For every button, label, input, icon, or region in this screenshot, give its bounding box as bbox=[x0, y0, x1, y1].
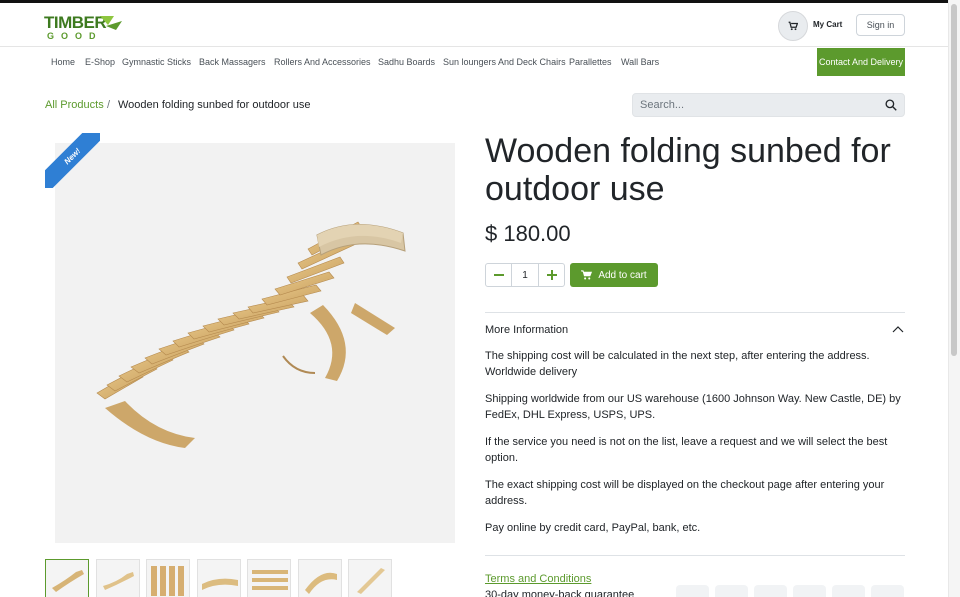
chevron-up-icon[interactable] bbox=[892, 324, 904, 334]
thumbnail-4[interactable] bbox=[197, 559, 241, 597]
share-button[interactable] bbox=[715, 585, 748, 597]
thumbnail-2[interactable] bbox=[96, 559, 140, 597]
divider bbox=[485, 312, 905, 313]
nav-item-sun-loungers[interactable]: Sun loungers And Deck Chairs bbox=[443, 57, 566, 67]
product-title: Wooden folding sunbed for outdoor use bbox=[485, 132, 891, 208]
thumbnail-6[interactable] bbox=[298, 559, 342, 597]
svg-text:GOOD: GOOD bbox=[47, 31, 103, 40]
main-nav: Home E-Shop Gymnastic Sticks Back Massag… bbox=[0, 48, 948, 76]
contact-delivery-button[interactable]: Contact And Delivery bbox=[817, 48, 905, 76]
breadcrumb-current: Wooden folding sunbed for outdoor use bbox=[118, 99, 311, 111]
shipping-info: The shipping cost will be calculated in … bbox=[485, 348, 905, 547]
share-button[interactable] bbox=[793, 585, 826, 597]
nav-item-gymnastic-sticks[interactable]: Gymnastic Sticks bbox=[122, 57, 191, 67]
timber-good-logo[interactable]: TIMBER GOOD bbox=[44, 12, 126, 40]
add-to-cart-button[interactable]: Add to cart bbox=[570, 263, 658, 287]
nav-item-back-massagers[interactable]: Back Massagers bbox=[199, 57, 266, 67]
cart-icon bbox=[788, 21, 798, 31]
share-button[interactable] bbox=[754, 585, 787, 597]
thumbnail-5[interactable] bbox=[247, 559, 291, 597]
money-back-guarantee: 30-day money-back guarantee bbox=[485, 589, 635, 597]
product-price: $ 180.00 bbox=[485, 221, 571, 246]
terms-and-conditions-link[interactable]: Terms and Conditions bbox=[485, 573, 591, 585]
breadcrumb-separator: / bbox=[107, 99, 111, 111]
divider bbox=[485, 555, 905, 556]
more-information-toggle[interactable]: More Information bbox=[485, 324, 568, 336]
cart-label[interactable]: My Cart bbox=[813, 20, 842, 29]
info-paragraph: If the service you need is not on the li… bbox=[485, 436, 888, 464]
share-button[interactable] bbox=[676, 585, 709, 597]
breadcrumb-all-products[interactable]: All Products bbox=[45, 99, 104, 111]
nav-item-home[interactable]: Home bbox=[51, 57, 75, 67]
scrollbar-thumb[interactable] bbox=[951, 4, 957, 356]
thumbnail-1[interactable] bbox=[45, 559, 89, 597]
search-input[interactable] bbox=[640, 97, 870, 113]
thumbnail-7[interactable] bbox=[348, 559, 392, 597]
nav-item-eshop[interactable]: E-Shop bbox=[85, 57, 115, 67]
nav-item-parallettes[interactable]: Parallettes bbox=[569, 57, 612, 67]
info-paragraph: Shipping worldwide from our US warehouse… bbox=[485, 393, 901, 421]
sign-in-button[interactable]: Sign in bbox=[856, 14, 905, 36]
minus-icon bbox=[493, 274, 504, 276]
site-header: TIMBER GOOD My Cart Sign in bbox=[0, 3, 948, 47]
search-box bbox=[632, 93, 905, 117]
decrease-quantity-button[interactable] bbox=[486, 264, 511, 286]
nav-item-wall-bars[interactable]: Wall Bars bbox=[621, 57, 659, 67]
share-button[interactable] bbox=[832, 585, 865, 597]
info-paragraph: Pay online by credit card, PayPal, bank,… bbox=[485, 522, 701, 534]
thumbnail-3[interactable] bbox=[146, 559, 190, 597]
info-paragraph: The shipping cost will be calculated in … bbox=[485, 350, 870, 378]
sunbed-illustration bbox=[96, 221, 406, 448]
add-to-cart-label: Add to cart bbox=[598, 269, 647, 281]
cart-button[interactable] bbox=[778, 11, 808, 41]
info-paragraph: The exact shipping cost will be displaye… bbox=[485, 479, 885, 507]
increase-quantity-button[interactable] bbox=[539, 264, 564, 286]
cart-icon bbox=[581, 270, 593, 280]
product-main-image[interactable] bbox=[55, 143, 455, 543]
quantity-stepper: 1 bbox=[485, 263, 565, 287]
quantity-input[interactable]: 1 bbox=[511, 264, 539, 286]
new-ribbon-label: New! bbox=[62, 146, 82, 166]
new-ribbon: New! bbox=[45, 133, 100, 188]
nav-item-sadhu-boards[interactable]: Sadhu Boards bbox=[378, 57, 435, 67]
svg-text:TIMBER: TIMBER bbox=[44, 13, 106, 32]
search-icon[interactable] bbox=[885, 99, 897, 111]
nav-item-rollers[interactable]: Rollers And Accessories bbox=[274, 57, 371, 67]
plus-icon bbox=[546, 270, 557, 280]
share-button[interactable] bbox=[871, 585, 904, 597]
